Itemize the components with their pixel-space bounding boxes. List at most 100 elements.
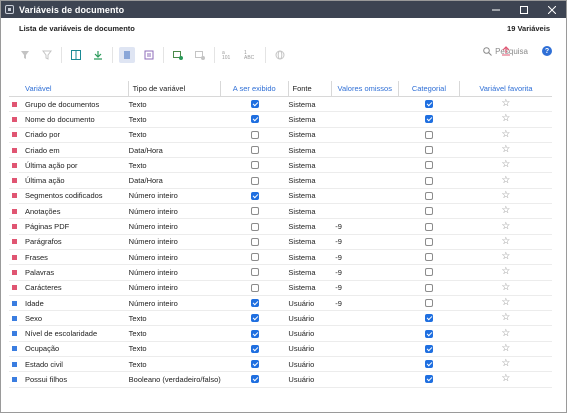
table-row[interactable]: Estado civil Texto Usuário ☆: [9, 357, 552, 373]
star-icon[interactable]: ☆: [501, 252, 510, 262]
column-header-source[interactable]: Fonte: [289, 80, 332, 97]
minimize-button[interactable]: [482, 1, 510, 18]
star-icon[interactable]: ☆: [501, 359, 510, 369]
upload-button[interactable]: [501, 46, 511, 59]
display-checkbox[interactable]: [250, 191, 259, 200]
table-row[interactable]: Criado por Texto Sistema ☆: [9, 128, 552, 143]
star-icon[interactable]: ☆: [501, 206, 510, 216]
convert-to-number-button[interactable]: 101 a: [221, 47, 237, 63]
table-row[interactable]: Criado em Data/Hora Sistema ☆: [9, 143, 552, 159]
missing-value[interactable]: -9: [331, 268, 399, 277]
table-row[interactable]: Segmentos codificados Número inteiro Siste…: [9, 189, 552, 205]
column-header-type[interactable]: Tipo de variável: [129, 80, 221, 97]
star-icon[interactable]: ☆: [501, 175, 510, 186]
categorical-checkbox[interactable]: [425, 268, 434, 277]
display-checkbox[interactable]: [250, 176, 259, 185]
star-icon[interactable]: ☆: [501, 99, 510, 109]
star-icon[interactable]: ☆: [501, 343, 510, 354]
new-variable-button[interactable]: [170, 47, 186, 63]
star-icon[interactable]: ☆: [501, 145, 510, 155]
categorical-checkbox[interactable]: [425, 375, 434, 384]
categorical-checkbox[interactable]: [425, 146, 434, 155]
categorical-checkbox[interactable]: [425, 329, 434, 338]
display-checkbox[interactable]: [250, 100, 259, 109]
table-row[interactable]: Sexo Texto Usuário ☆: [9, 311, 552, 327]
display-checkbox[interactable]: [250, 268, 259, 277]
display-checkbox[interactable]: [250, 283, 259, 292]
filter-button[interactable]: [17, 47, 33, 63]
display-checkbox[interactable]: [250, 130, 259, 139]
convert-to-text-button[interactable]: ABC 1: [243, 47, 259, 63]
star-icon[interactable]: ☆: [501, 298, 510, 308]
display-checkbox[interactable]: [250, 237, 259, 246]
web-button[interactable]: [272, 47, 288, 63]
star-icon[interactable]: ☆: [501, 190, 510, 201]
categorical-checkbox[interactable]: [425, 283, 434, 292]
star-icon[interactable]: ☆: [501, 374, 510, 384]
categorical-checkbox[interactable]: [425, 237, 434, 246]
table-row[interactable]: Frases Número inteiro Sistema -9 ☆: [9, 250, 552, 266]
star-icon[interactable]: ☆: [501, 313, 510, 323]
table-row[interactable]: Ocupação Texto Usuário ☆: [9, 342, 552, 358]
display-checkbox[interactable]: [250, 375, 259, 384]
missing-value[interactable]: -9: [331, 222, 399, 231]
missing-value[interactable]: -9: [331, 299, 399, 308]
star-icon[interactable]: ☆: [501, 236, 510, 247]
column-header-display[interactable]: A ser exibido: [221, 80, 289, 97]
table-row[interactable]: Idade Número inteiro Usuário -9 ☆: [9, 296, 552, 312]
categorical-checkbox[interactable]: [425, 360, 434, 369]
star-icon[interactable]: ☆: [501, 221, 510, 232]
display-checkbox[interactable]: [250, 360, 259, 369]
display-checkbox[interactable]: [250, 207, 259, 216]
display-checkbox[interactable]: [250, 329, 259, 338]
table-row[interactable]: Nome do documento Texto Sistema ☆: [9, 112, 552, 128]
table-row[interactable]: Páginas PDF Número inteiro Sistema -9 ☆: [9, 219, 552, 235]
column-header-missing[interactable]: Valores omissos: [332, 80, 399, 97]
categorical-checkbox[interactable]: [425, 115, 434, 124]
column-header-favorite[interactable]: Variável favorita: [460, 81, 552, 97]
categorical-checkbox[interactable]: [425, 344, 434, 353]
display-checkbox[interactable]: [250, 146, 259, 155]
missing-value[interactable]: -9: [331, 253, 399, 262]
list-view-button[interactable]: [141, 47, 157, 63]
categorical-checkbox[interactable]: [425, 100, 434, 109]
close-button[interactable]: [538, 1, 566, 18]
table-row[interactable]: Possui filhos Booleano (verdadeiro/falso)…: [9, 372, 552, 388]
table-row[interactable]: Anotações Número inteiro Sistema ☆: [9, 204, 552, 220]
star-icon[interactable]: ☆: [501, 160, 510, 170]
table-row[interactable]: Grupo de documentos Texto Sistema ☆: [9, 97, 552, 113]
table-row[interactable]: Última ação Data/Hora Sistema ☆: [9, 173, 552, 189]
table-row[interactable]: Nível de escolaridade Texto Usuário ☆: [9, 326, 552, 342]
display-checkbox[interactable]: [250, 222, 259, 231]
star-icon[interactable]: ☆: [501, 328, 510, 339]
missing-value[interactable]: -9: [331, 283, 399, 292]
categorical-checkbox[interactable]: [425, 130, 434, 139]
categorical-checkbox[interactable]: [425, 176, 434, 185]
categorical-checkbox[interactable]: [425, 191, 434, 200]
display-checkbox[interactable]: [250, 253, 259, 262]
export-button[interactable]: [90, 47, 106, 63]
document-variables-button[interactable]: [119, 47, 135, 63]
display-checkbox[interactable]: [250, 299, 259, 307]
star-icon[interactable]: ☆: [501, 129, 510, 140]
categorical-checkbox[interactable]: [425, 161, 434, 170]
star-icon[interactable]: ☆: [501, 114, 510, 124]
table-row[interactable]: Palavras Número inteiro Sistema -9 ☆: [9, 265, 552, 281]
table-row[interactable]: Última ação por Texto Sistema ☆: [9, 158, 552, 174]
missing-value[interactable]: -9: [331, 237, 399, 246]
star-icon[interactable]: ☆: [501, 282, 510, 293]
display-checkbox[interactable]: [250, 115, 259, 124]
maximize-button[interactable]: [510, 1, 538, 18]
categorical-checkbox[interactable]: [425, 314, 434, 323]
categorical-checkbox[interactable]: [425, 222, 434, 231]
delete-variable-button[interactable]: [192, 47, 208, 63]
categorical-checkbox[interactable]: [425, 253, 434, 262]
table-row[interactable]: Parágrafos Número inteiro Sistema -9 ☆: [9, 235, 552, 250]
column-header-variable[interactable]: Variável: [9, 80, 129, 97]
clear-filter-button[interactable]: [39, 47, 55, 63]
display-checkbox[interactable]: [250, 344, 259, 353]
table-row[interactable]: Carácteres Número inteiro Sistema -9 ☆: [9, 281, 552, 296]
column-header-categorical[interactable]: Categorial: [399, 80, 460, 97]
help-button[interactable]: ?: [542, 46, 552, 56]
display-checkbox[interactable]: [250, 314, 259, 323]
